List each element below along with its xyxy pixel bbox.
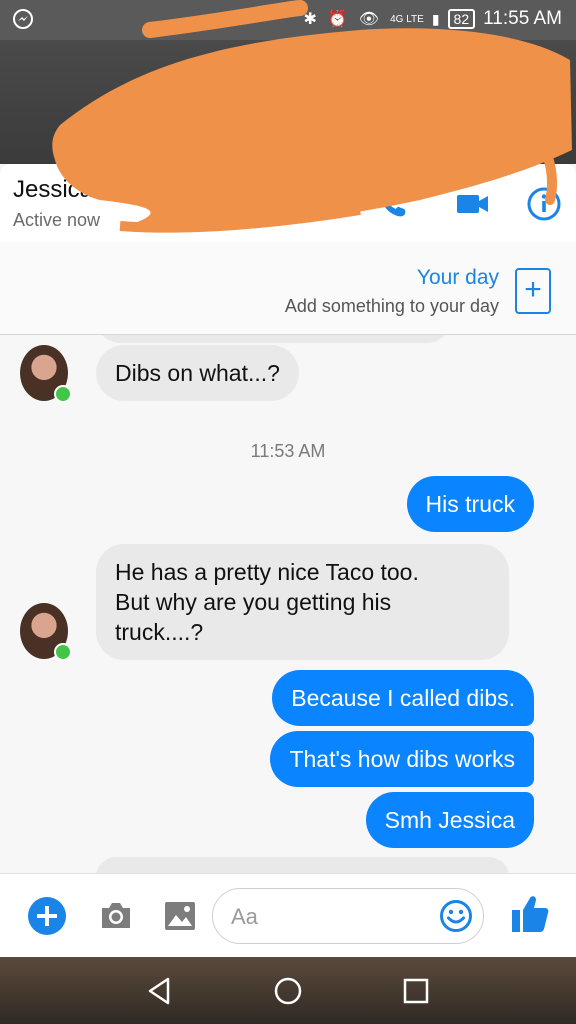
- plus-icon[interactable]: [27, 896, 67, 936]
- emoji-icon[interactable]: [439, 899, 473, 933]
- contact-status: Active now: [13, 210, 101, 230]
- message-line: But why are you getting his: [115, 589, 392, 615]
- your-day-subtitle: Add something to your day: [284, 296, 499, 316]
- your-day-title[interactable]: Your day: [417, 266, 499, 290]
- camera-icon[interactable]: [96, 896, 136, 936]
- phone-icon[interactable]: [375, 186, 411, 222]
- system-navigation-bar: [0, 957, 576, 1024]
- composer-bar: [0, 873, 576, 958]
- outgoing-message[interactable]: His truck: [406, 476, 534, 532]
- back-icon[interactable]: [144, 975, 176, 1007]
- info-icon[interactable]: [526, 186, 562, 222]
- eye-icon: 👁: [358, 11, 383, 28]
- battery-level: 82: [447, 9, 476, 29]
- contact-name[interactable]: Jessica: [13, 176, 93, 204]
- status-bar: ✱ ⏰ 👁 4G LTE ▮ 82 11:55 AM: [0, 0, 576, 40]
- message-line: He has a pretty nice Taco too.: [115, 559, 419, 585]
- partial-incoming-message: [96, 857, 509, 873]
- message-thread[interactable]: Dibs on what...? 11:53 AM His truck He h…: [0, 335, 576, 873]
- incoming-message[interactable]: He has a pretty nice Taco too. But why a…: [96, 544, 509, 660]
- status-bar-right: ✱ ⏰ 👁 4G LTE ▮ 82 11:55 AM: [303, 8, 562, 30]
- message-field[interactable]: [212, 888, 484, 944]
- recents-icon[interactable]: [400, 975, 432, 1007]
- conversation-header: Jessica Active now: [0, 164, 576, 242]
- message-timestamp: 11:53 AM: [250, 441, 326, 461]
- home-icon[interactable]: [272, 975, 304, 1007]
- avatar[interactable]: [20, 345, 72, 403]
- outgoing-message[interactable]: Because I called dibs.: [272, 670, 534, 726]
- previous-message-bubble: [96, 335, 451, 343]
- bluetooth-icon: ✱: [303, 11, 320, 28]
- message-line: truck....?: [115, 619, 204, 645]
- video-icon[interactable]: [455, 186, 491, 222]
- message-input[interactable]: [229, 899, 433, 935]
- clock: 11:55 AM: [483, 8, 562, 29]
- your-day-banner[interactable]: Your day Add something to your day +: [0, 242, 576, 335]
- messenger-notification-icon: [12, 8, 34, 36]
- outgoing-message[interactable]: Smh Jessica: [365, 792, 534, 848]
- gallery-icon[interactable]: [160, 896, 200, 936]
- outgoing-message[interactable]: That's how dibs works: [270, 731, 534, 787]
- online-indicator: [54, 643, 72, 661]
- online-indicator: [54, 385, 72, 403]
- network-type: 4G LTE: [390, 13, 424, 25]
- alarm-icon: ⏰: [327, 11, 351, 28]
- avatar[interactable]: [20, 603, 72, 661]
- incoming-message[interactable]: Dibs on what...?: [96, 345, 299, 401]
- wallpaper: [0, 40, 576, 164]
- thumbs-up-icon[interactable]: [510, 892, 550, 932]
- signal-icon: ▮: [431, 10, 440, 27]
- add-story-button[interactable]: +: [515, 268, 551, 314]
